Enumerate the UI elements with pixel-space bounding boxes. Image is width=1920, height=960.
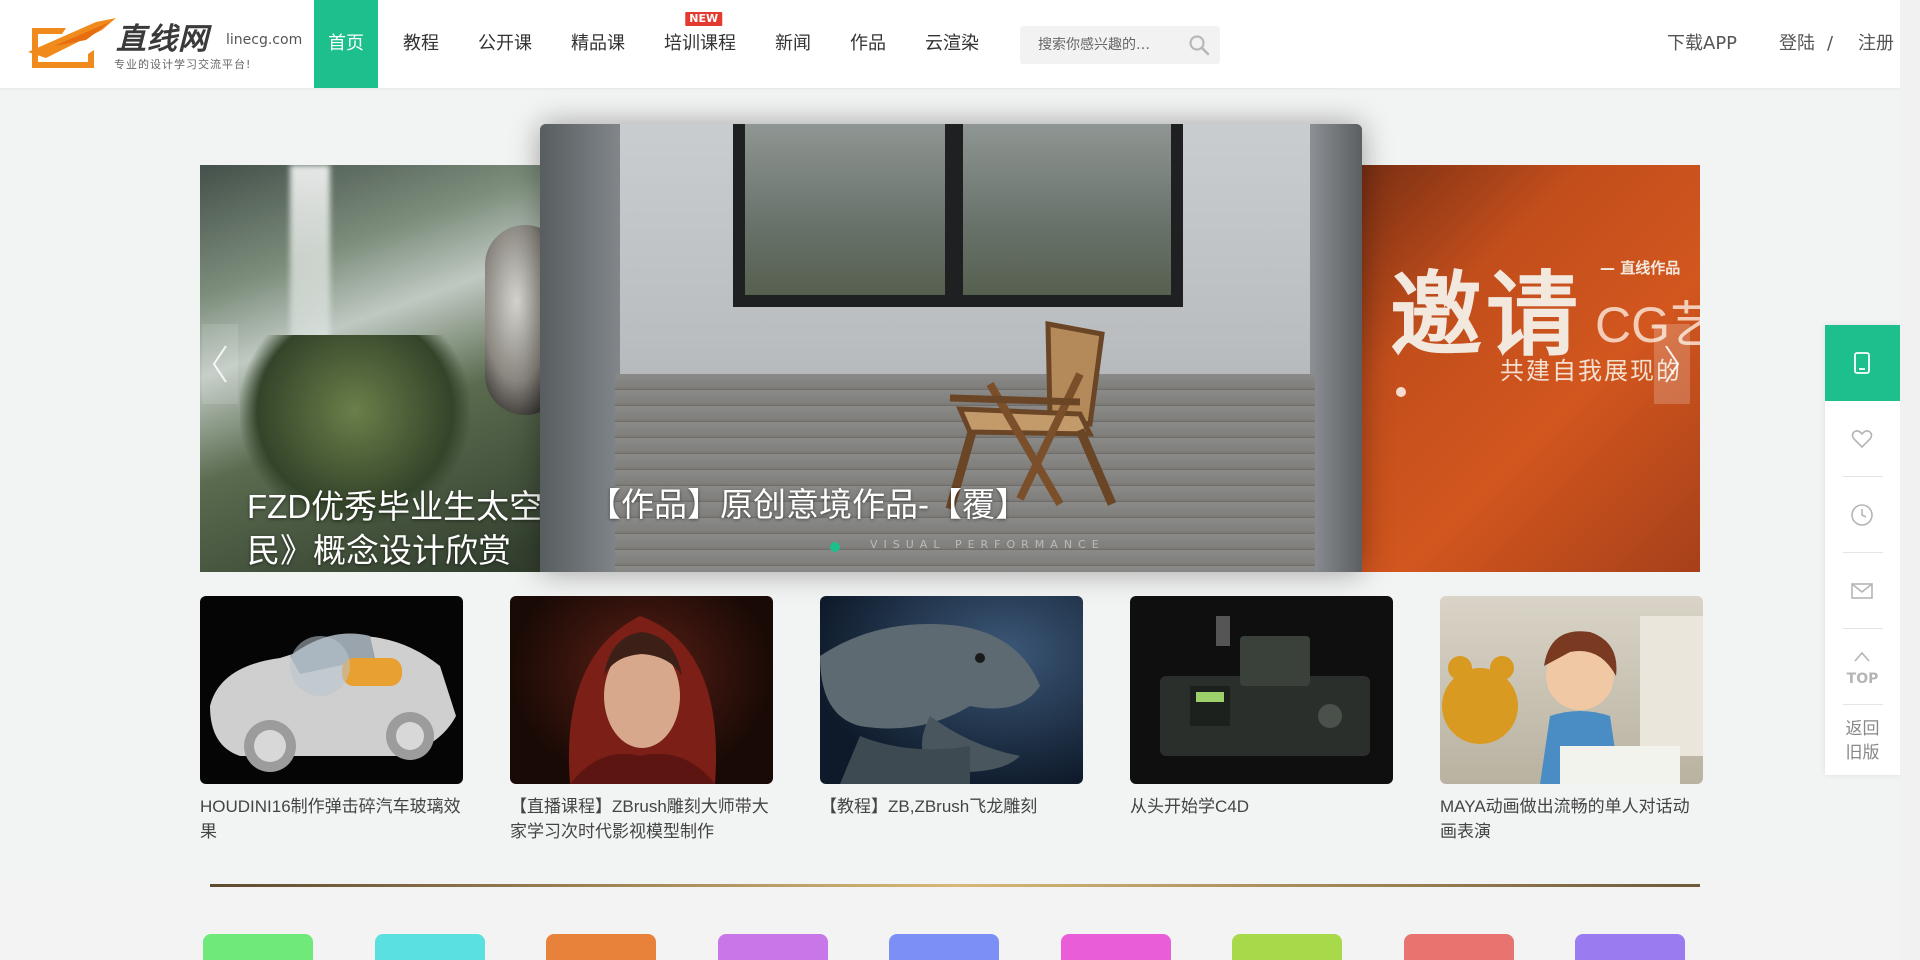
slide-image-detail <box>733 124 1183 307</box>
logo-text: 直线网 <box>116 22 209 57</box>
search-box <box>1020 26 1220 64</box>
site-header: 直线网 linecg.com 专业的设计学习交流平台! 首页 教程 公开课 精品… <box>0 0 1900 88</box>
featured-title: 从头开始学C4D <box>1130 797 1250 816</box>
thumbnail-image <box>1130 596 1393 784</box>
thumbnail-image <box>200 596 463 784</box>
car-illustration <box>210 633 456 772</box>
carousel-dot-active[interactable] <box>830 542 840 552</box>
hooded-woman-illustration <box>568 616 717 784</box>
slide-image-detail <box>745 124 945 295</box>
section-divider <box>210 884 1700 887</box>
slide-space-migration[interactable]: FZD优秀毕业生太空 民》概念设计欣赏 <box>200 165 545 572</box>
site-logo[interactable]: 直线网 linecg.com 专业的设计学习交流平台! <box>26 12 302 76</box>
heart-icon <box>1851 430 1873 449</box>
featured-item[interactable]: MAYA动画做出流畅的单人对话动画表演 <box>1440 596 1703 844</box>
logo-slogan: 专业的设计学习交流平台! <box>114 58 252 71</box>
download-app-link[interactable]: 下载APP <box>1667 0 1737 88</box>
slide-active-artwork[interactable]: 【作品】原创意境作品-【覆】 VISUAL PERFORMANCE <box>540 124 1362 572</box>
category-tile[interactable] <box>374 934 485 960</box>
dinosaur-illustration <box>820 624 1040 784</box>
nav-label: 精品课 <box>571 33 625 54</box>
cartoon-scene-illustration <box>1442 616 1703 784</box>
old-version-label: 旧版 <box>1845 743 1880 763</box>
slide-caption-line: FZD优秀毕业生太空 <box>247 488 543 525</box>
banner-carousel: FZD优秀毕业生太空 民》概念设计欣赏 邀请 — 直线作品 CG艺 共建自我展现… <box>200 124 1700 572</box>
tablet-icon <box>1854 352 1870 374</box>
nav-item-premium-course[interactable]: 精品课 <box>557 0 639 88</box>
sidebar-message-button[interactable] <box>1825 553 1900 629</box>
category-tile[interactable] <box>546 934 656 960</box>
search-input[interactable] <box>1020 26 1180 64</box>
featured-title: 【教程】ZB,ZBrush飞龙雕刻 <box>820 797 1038 816</box>
category-tile[interactable] <box>889 934 999 960</box>
sidebar-top-button[interactable]: TOP <box>1825 629 1900 705</box>
slide-image-detail <box>963 124 1171 295</box>
main-nav: 首页 教程 公开课 精品课 NEW 培训课程 新闻 作品 云渲染 <box>314 0 1004 88</box>
featured-item[interactable]: HOUDINI16制作弹击碎汽车玻璃效果 <box>200 596 463 844</box>
category-tile[interactable] <box>203 934 313 960</box>
category-tile[interactable] <box>1575 934 1685 960</box>
nav-label: 云渲染 <box>925 33 979 54</box>
new-badge: NEW <box>685 12 723 26</box>
category-tile[interactable] <box>1232 934 1342 960</box>
slide-caption: 【作品】原创意境作品-【覆】 <box>588 486 1028 523</box>
top-label: TOP <box>1846 671 1879 687</box>
radio-device-illustration <box>1160 616 1370 756</box>
top-icon <box>1854 651 1870 662</box>
carousel-prev-button[interactable] <box>202 324 238 404</box>
sidebar-old-version-button[interactable]: 返回 旧版 <box>1825 705 1900 775</box>
sidebar-favorite-button[interactable] <box>1825 401 1900 477</box>
category-tile[interactable] <box>1060 934 1171 960</box>
thumbnail-image <box>1440 596 1703 784</box>
slide-tag: — 直线作品 <box>1600 259 1681 277</box>
sidebar-app-button[interactable] <box>1825 325 1900 401</box>
nav-item-training[interactable]: NEW 培训课程 <box>650 0 750 88</box>
slide-invite-cg[interactable]: 邀请 — 直线作品 CG艺 共建自我展现的 <box>1360 165 1700 572</box>
slide-caption: FZD优秀毕业生太空 民》概念设计欣赏 <box>247 485 545 572</box>
thumbnail-image <box>510 596 773 784</box>
featured-title: HOUDINI16制作弹击碎汽车玻璃效果 <box>200 797 461 841</box>
logo-mark-icon <box>28 18 116 68</box>
mail-icon <box>1851 583 1873 599</box>
search-icon[interactable] <box>1188 34 1210 56</box>
page-scrollbar[interactable] <box>1900 0 1920 960</box>
logo-domain: linecg.com <box>226 32 303 48</box>
nav-item-works[interactable]: 作品 <box>836 0 900 88</box>
slide-watermark: VISUAL PERFORMANCE <box>870 538 1105 551</box>
sidebar-history-button[interactable] <box>1825 477 1900 553</box>
carousel-dot[interactable] <box>1396 387 1406 397</box>
nav-item-home[interactable]: 首页 <box>314 0 378 88</box>
slide-image-detail <box>485 225 545 415</box>
carousel-next-button[interactable] <box>1654 324 1690 404</box>
thumbnail-image <box>820 596 1083 784</box>
category-tile[interactable] <box>1403 934 1514 960</box>
separator: / <box>1827 33 1834 54</box>
floating-sidebar: TOP 返回 旧版 <box>1825 325 1900 775</box>
featured-item[interactable]: 【直播课程】ZBrush雕刻大师带大家学习次时代影视模型制作 <box>510 596 773 844</box>
featured-item[interactable]: 【教程】ZB,ZBrush飞龙雕刻 <box>820 596 1083 819</box>
nav-item-tutorials[interactable]: 教程 <box>389 0 453 88</box>
featured-title: MAYA动画做出流畅的单人对话动画表演 <box>1440 797 1690 841</box>
clock-icon <box>1851 504 1873 526</box>
nav-label: 新闻 <box>775 33 811 54</box>
register-link[interactable]: 注册 <box>1858 0 1894 88</box>
slide-image-detail <box>1310 124 1362 572</box>
nav-item-news[interactable]: 新闻 <box>761 0 825 88</box>
old-version-label: 返回 <box>1845 719 1880 739</box>
nav-label: 公开课 <box>478 33 532 54</box>
nav-label: 教程 <box>403 33 439 54</box>
nav-item-cloud-render[interactable]: 云渲染 <box>911 0 993 88</box>
featured-item[interactable]: 从头开始学C4D <box>1130 596 1393 819</box>
nav-label: 首页 <box>328 33 364 54</box>
nav-label: 作品 <box>850 33 886 54</box>
nav-item-open-course[interactable]: 公开课 <box>464 0 546 88</box>
chevron-right-icon <box>1665 345 1680 383</box>
category-tile[interactable] <box>717 934 828 960</box>
login-link[interactable]: 登陆 <box>1779 0 1815 88</box>
slide-caption-line: 民》概念设计欣赏 <box>247 532 511 569</box>
featured-title: 【直播课程】ZBrush雕刻大师带大家学习次时代影视模型制作 <box>510 797 769 841</box>
featured-list: HOUDINI16制作弹击碎汽车玻璃效果 【直播课程】ZBrush雕刻大师带大家… <box>200 596 1703 846</box>
nav-label: 培训课程 <box>664 33 736 54</box>
chevron-left-icon <box>212 345 227 383</box>
